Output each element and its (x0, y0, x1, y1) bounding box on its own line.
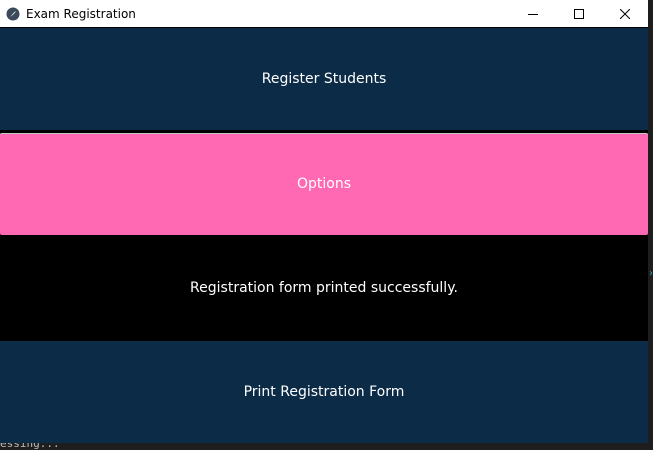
window-controls (510, 0, 648, 27)
status-message-area: Registration form printed successfully. (0, 236, 648, 340)
register-students-button[interactable]: Register Students (0, 28, 648, 130)
minimize-button[interactable] (510, 0, 556, 27)
close-button[interactable] (602, 0, 648, 27)
window-title: Exam Registration (26, 6, 136, 21)
background-window-edge (648, 27, 653, 443)
maximize-button[interactable] (556, 0, 602, 27)
app-window: Exam Registration Register Students Opti… (0, 0, 648, 443)
close-icon (620, 8, 630, 19)
background-terminal-glyph: › (648, 268, 653, 279)
options-button[interactable]: Options (0, 133, 648, 235)
minimize-icon (528, 13, 538, 15)
title-bar[interactable]: Exam Registration (0, 0, 648, 27)
status-message: Registration form printed successfully. (190, 280, 458, 296)
print-registration-form-label: Print Registration Form (243, 384, 405, 400)
maximize-icon (574, 8, 584, 19)
print-registration-form-button[interactable]: Print Registration Form (0, 341, 648, 443)
feather-icon (5, 6, 21, 22)
register-students-label: Register Students (261, 71, 387, 87)
background-terminal-strip (0, 443, 653, 450)
options-label: Options (296, 176, 352, 192)
